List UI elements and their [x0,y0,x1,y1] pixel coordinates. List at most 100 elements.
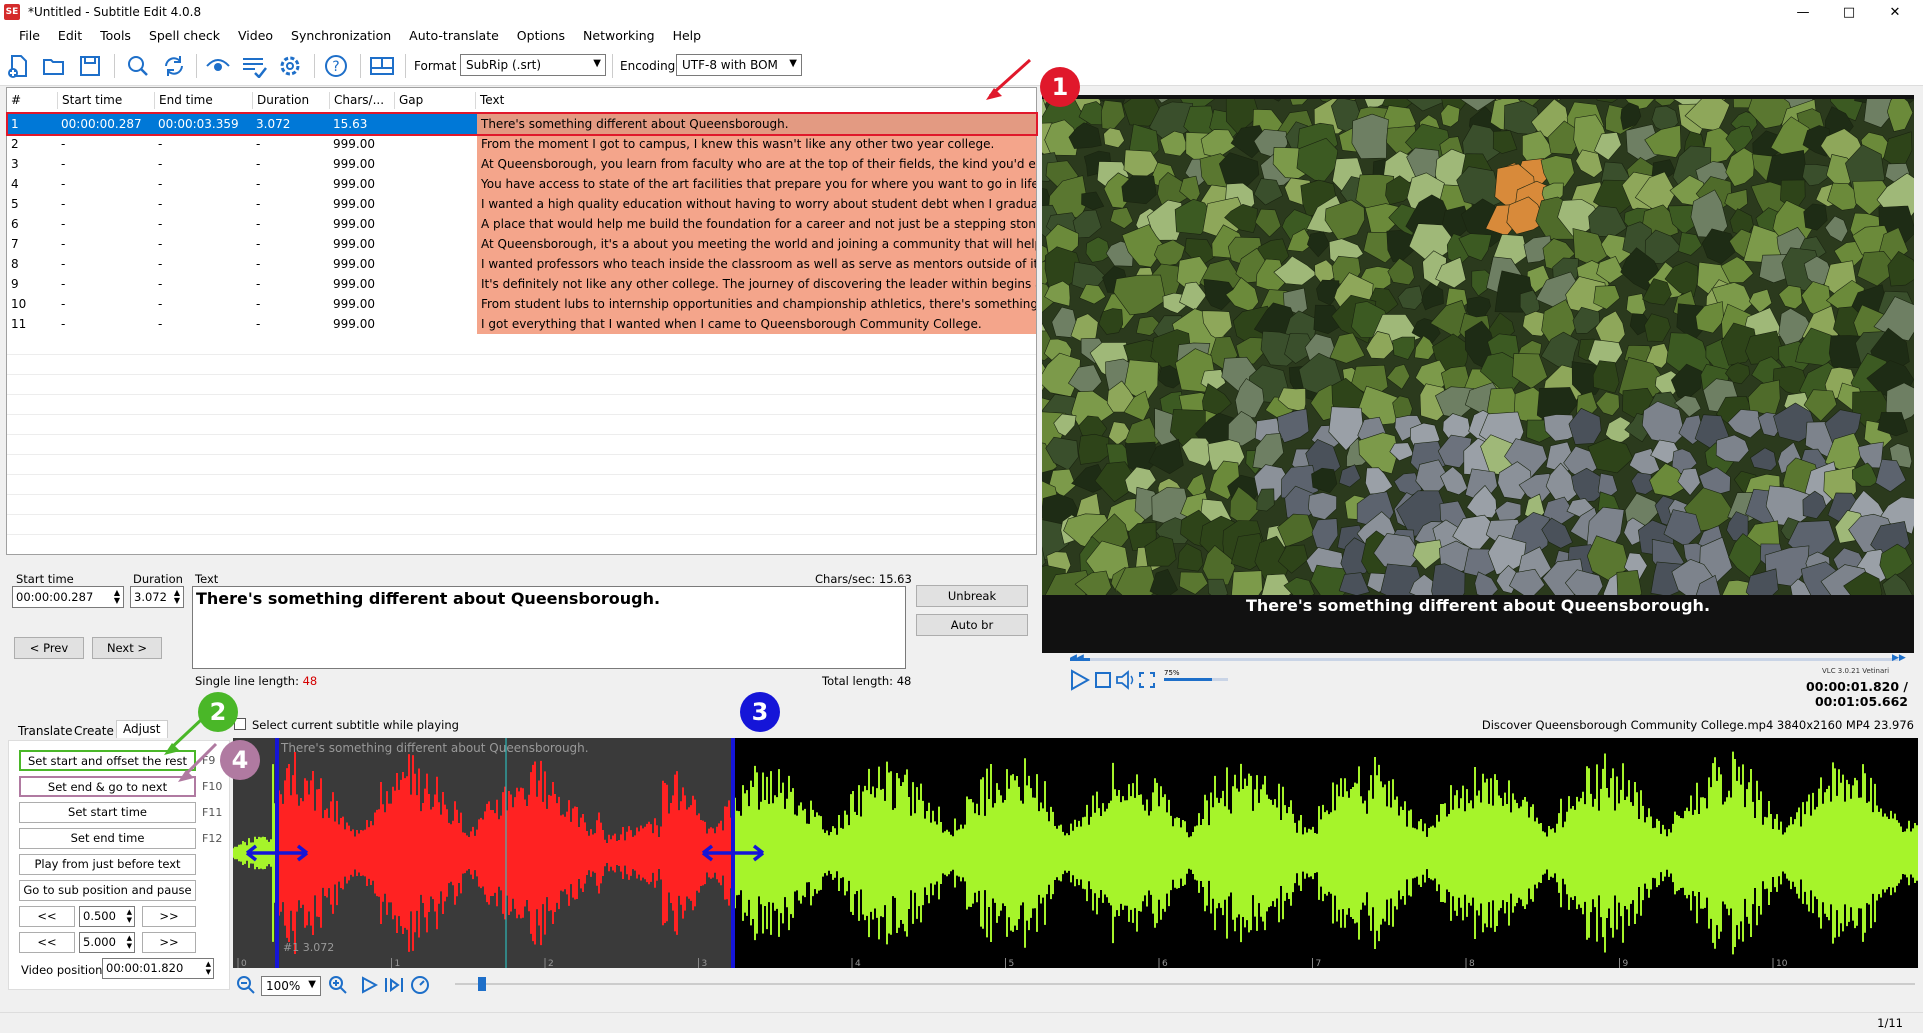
zoom-in-icon[interactable] [328,975,348,998]
menu-options[interactable]: Options [508,28,574,43]
close-button[interactable]: ✕ [1872,0,1918,24]
zoom-out-icon[interactable] [236,975,256,998]
encoding-select[interactable]: UTF-8 with BOM ▼ [676,54,802,76]
row-gap [394,154,475,174]
row-duration: - [256,277,261,291]
set-end-time-button[interactable]: Set end time [19,828,196,849]
row-chars-sec: 999.00 [333,137,375,151]
col-start-time[interactable]: Start time [57,92,122,109]
chevron-down-icon: ▼ [593,58,601,69]
row-end-time: - [158,237,163,251]
play-icon[interactable] [1068,669,1091,694]
tab-create[interactable]: Create [68,723,120,741]
page-indicator: 1/11 [1877,1016,1903,1030]
step2-forward-button[interactable]: >> [142,932,196,953]
layout-icon[interactable] [368,52,396,80]
step2-input[interactable]: 5.000 ▲ ▼ [79,932,135,953]
replace-icon[interactable] [160,52,188,80]
table-row[interactable]: 4 - - - 999.00 You have access to state of th… [7,174,1036,194]
menu-help[interactable]: Help [664,28,711,43]
table-row[interactable]: 7 - - - 999.00 At Queensborough, it's a about… [7,234,1036,254]
subtitle-grid[interactable]: # Start time End time Duration Chars/...… [6,87,1037,555]
format-select[interactable]: SubRip (.srt) ▼ [460,54,606,76]
row-end-time: - [158,317,163,331]
title-bar: SE *Untitled - Subtitle Edit 4.0.8 — □ ✕ [0,0,1923,24]
video-seek-bar[interactable] [1070,658,1898,661]
new-file-icon[interactable] [4,52,32,80]
waveform-subtitle-text: There's something different about Queens… [281,741,589,755]
menu-tools[interactable]: Tools [91,28,140,43]
duration-input[interactable]: 3.072 ▲ ▼ [130,586,184,608]
row-gap [394,214,475,234]
row-duration: - [256,137,261,151]
search-icon[interactable] [124,52,152,80]
start-time-input[interactable]: 00:00:00.287 ▲ ▼ [12,586,124,608]
menu-video[interactable]: Video [229,28,282,43]
auto-br-button[interactable]: Auto br [916,614,1028,636]
row-duration: - [256,217,261,231]
col-gap[interactable]: Gap [394,92,423,109]
spell-check-icon[interactable] [240,52,268,80]
col-chars-sec[interactable]: Chars/... [329,92,384,109]
stop-icon[interactable] [1094,671,1112,692]
maximize-button[interactable]: □ [1826,0,1872,24]
step1-forward-button[interactable]: >> [142,906,196,927]
zoom-select[interactable]: 100% ▼ [261,976,321,996]
help-icon[interactable]: ? [322,52,350,80]
row-start-time: - [61,317,66,331]
video-position-input[interactable]: 00:00:01.820 ▲ ▼ [102,958,214,979]
menu-file[interactable]: File [10,28,49,43]
subtitle-text-input[interactable]: There's something different about Queens… [192,586,906,669]
play-before-text-button[interactable]: Play from just before text [19,854,196,875]
col-duration[interactable]: Duration [252,92,309,109]
table-row[interactable]: 6 - - - 999.00 A place that would help me bui… [7,214,1036,234]
waveform-play-icon[interactable] [360,976,379,997]
step1-input[interactable]: 0.500 ▲ ▼ [79,906,135,927]
go-to-sub-pause-button[interactable]: Go to sub position and pause [19,880,196,901]
table-row[interactable]: 8 - - - 999.00 I wanted professors who teach … [7,254,1036,274]
waveform-slider-thumb[interactable] [478,977,486,991]
save-icon[interactable] [76,52,104,80]
table-row[interactable]: 10 - - - 999.00 From student lubs to internsh… [7,294,1036,314]
volume-slider[interactable] [1164,678,1228,681]
play-selection-icon[interactable] [384,976,404,997]
next-button[interactable]: Next > [92,637,162,659]
col-end-time[interactable]: End time [154,92,213,109]
select-playing-label: Select current subtitle while playing [252,718,459,732]
volume-icon[interactable] [1115,670,1137,693]
table-row[interactable]: 3 - - - 999.00 At Queensborough, you learn fr… [7,154,1036,174]
playback-speed-icon[interactable] [410,975,430,998]
annotation-arrow-1 [986,58,1032,100]
col-number[interactable]: # [7,92,21,109]
waveform-tick-label: 6 [1162,959,1168,968]
waveform-position-slider[interactable] [455,983,1915,985]
col-text[interactable]: Text [475,92,504,109]
single-line-length: Single line length: 48 [195,674,318,688]
minimize-button[interactable]: — [1780,0,1826,24]
table-row[interactable]: 9 - - - 999.00 It's definitely not like any o… [7,274,1036,294]
step1-back-button[interactable]: << [19,906,75,927]
open-folder-icon[interactable] [40,52,68,80]
row-start-time: - [61,137,66,151]
video-player[interactable] [1042,95,1914,653]
menu-synchronization[interactable]: Synchronization [282,28,400,43]
row-chars-sec: 999.00 [333,257,375,271]
set-start-time-button[interactable]: Set start time [19,802,196,823]
step2-back-button[interactable]: << [19,932,75,953]
prev-button[interactable]: < Prev [14,637,84,659]
menu-networking[interactable]: Networking [574,28,664,43]
settings-gear-icon[interactable] [276,52,304,80]
table-row[interactable]: 2 - - - 999.00 From the moment I got to campu… [7,134,1036,154]
fullscreen-icon[interactable] [1138,671,1156,692]
menu-spell-check[interactable]: Spell check [140,28,229,43]
row-start-time: - [61,177,66,191]
menu-auto-translate[interactable]: Auto-translate [400,28,508,43]
table-row[interactable]: 5 - - - 999.00 I wanted a high quality educat… [7,194,1036,214]
waveform-tick-label: 9 [1623,959,1629,968]
audio-waveform[interactable]: 01234567891011 There's something differe… [233,738,1918,968]
row-gap [394,194,475,214]
unbreak-button[interactable]: Unbreak [916,585,1028,607]
menu-edit[interactable]: Edit [49,28,91,43]
visual-sync-icon[interactable] [204,52,232,80]
table-row[interactable]: 11 - - - 999.00 I got everything that I wante… [7,314,1036,334]
